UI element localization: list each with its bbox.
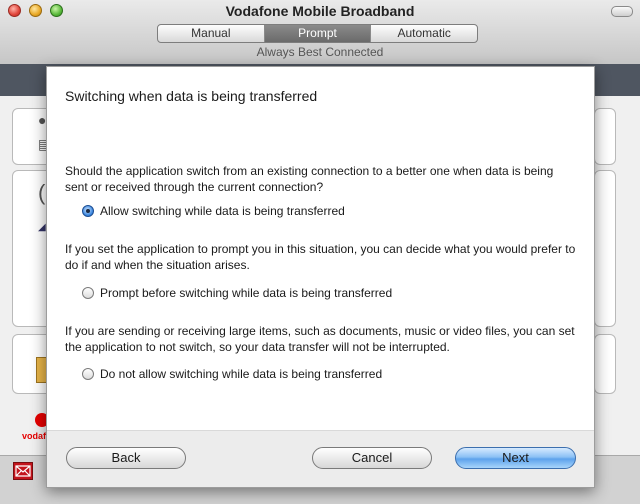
sheet-footer: Back Cancel Next <box>47 430 594 487</box>
mode-prompt[interactable]: Prompt <box>264 25 372 42</box>
option-allow-row[interactable]: Allow switching while data is being tran… <box>82 204 345 218</box>
background-card-right-2 <box>594 170 616 327</box>
window-title: Vodafone Mobile Broadband <box>225 3 415 19</box>
background-card-right-1 <box>594 108 616 165</box>
radio-allow[interactable] <box>82 205 94 217</box>
background-signal-icon: ◢ <box>38 222 46 233</box>
noswitch-explanation: If you are sending or receiving large it… <box>65 324 575 354</box>
back-button[interactable]: Back <box>66 447 186 469</box>
mode-manual[interactable]: Manual <box>158 25 265 42</box>
background-card-right-3 <box>594 334 616 394</box>
switching-sheet: Switching when data is being transferred… <box>46 66 595 488</box>
question-text: Should the application switch from an ex… <box>65 164 554 194</box>
option-allow-label[interactable]: Allow switching while data is being tran… <box>100 204 345 218</box>
background-dial-icon: ( <box>38 180 46 205</box>
mode-selector: Manual Prompt Automatic <box>157 24 478 43</box>
next-button[interactable]: Next <box>455 447 576 469</box>
mode-automatic[interactable]: Automatic <box>371 25 477 42</box>
option-prompt-label[interactable]: Prompt before switching while data is be… <box>100 286 392 300</box>
radio-prompt[interactable] <box>82 287 94 299</box>
cancel-button[interactable]: Cancel <box>312 447 432 469</box>
mail-icon[interactable] <box>13 462 33 480</box>
sheet-title: Switching when data is being transferred <box>65 88 318 104</box>
option-noswitch-label[interactable]: Do not allow switching while data is bei… <box>100 367 382 381</box>
title-bar: Vodafone Mobile Broadband Manual Prompt … <box>0 0 640 65</box>
prompt-explanation: If you set the application to prompt you… <box>65 242 576 272</box>
option-prompt-row[interactable]: Prompt before switching while data is be… <box>82 286 392 300</box>
radio-noswitch[interactable] <box>82 368 94 380</box>
option-noswitch-row[interactable]: Do not allow switching while data is bei… <box>82 367 382 381</box>
window-subtitle: Always Best Connected <box>256 45 384 59</box>
